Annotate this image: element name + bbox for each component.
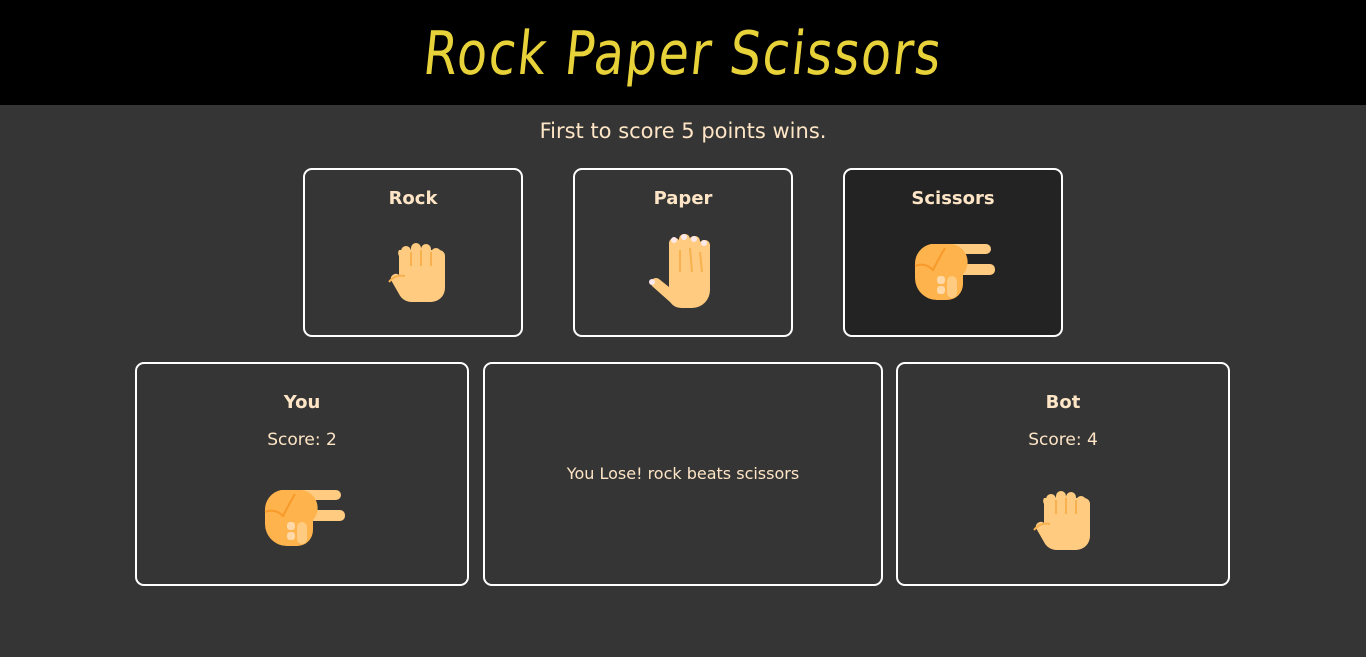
player-name: You xyxy=(283,392,321,413)
rock-hand-icon xyxy=(1033,491,1090,550)
rules-text: First to score 5 points wins. xyxy=(539,119,827,143)
paper-label: Paper xyxy=(653,188,713,209)
scissors-button[interactable]: Scissors xyxy=(843,168,1063,337)
result-message: You Lose! rock beats scissors xyxy=(566,464,800,483)
rock-button[interactable]: Rock xyxy=(303,168,523,337)
player-panel: You Score: 2 xyxy=(135,362,469,586)
scissors-hand-icon xyxy=(264,490,345,546)
bot-score: Score: 4 xyxy=(1028,430,1098,450)
bot-name: Bot xyxy=(1045,392,1081,413)
player-score: Score: 2 xyxy=(267,430,337,450)
page-title: Rock Paper Scissors xyxy=(420,19,946,89)
scissors-label: Scissors xyxy=(911,188,995,209)
rock-label: Rock xyxy=(388,188,438,209)
rock-hand-icon xyxy=(388,243,445,302)
paper-button[interactable]: Paper xyxy=(573,168,793,337)
result-panel: You Lose! rock beats scissors xyxy=(483,362,883,586)
scissors-hand-icon xyxy=(914,244,995,300)
bot-panel: Bot Score: 4 xyxy=(896,362,1230,586)
header-bar: Rock Paper Scissors xyxy=(0,0,1366,105)
paper-hand-icon xyxy=(649,234,710,309)
